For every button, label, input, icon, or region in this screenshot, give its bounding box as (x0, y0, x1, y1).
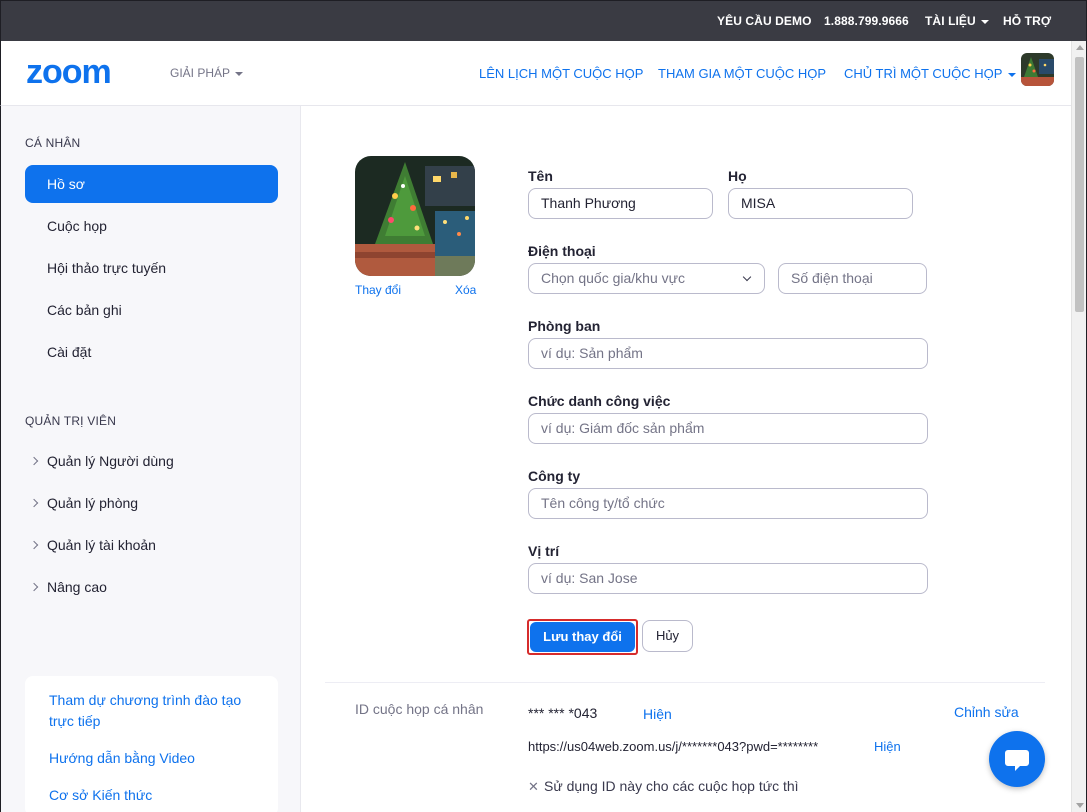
country-select-placeholder: Chọn quốc gia/khu vực (541, 270, 686, 286)
show-url-link[interactable]: Hiện (874, 739, 901, 754)
avatar-image (1021, 53, 1054, 86)
sidebar: CÁ NHÂN Hồ sơ Cuộc họp Hội thảo trực tuy… (0, 106, 301, 812)
caret-down-icon (235, 71, 244, 76)
knowledge-base-link[interactable]: Cơ sở Kiến thức (49, 785, 259, 806)
close-icon: ✕ (528, 779, 539, 794)
edit-meeting-id-link[interactable]: Chỉnh sửa (954, 704, 1019, 720)
phone-label: Điện thoại (528, 243, 596, 259)
last-name-field[interactable]: MISA (728, 188, 913, 219)
documents-menu[interactable]: TÀI LIỆU (925, 14, 989, 28)
caret-down-icon (1008, 72, 1017, 77)
solutions-menu[interactable]: GIẢI PHÁP (170, 66, 244, 80)
phone-number-field[interactable]: Số điện thoại (778, 263, 927, 294)
personal-meeting-id-value: *** *** *043 (528, 705, 598, 721)
profile-picture[interactable] (355, 156, 475, 276)
main-header: zoom GIẢI PHÁP LÊN LỊCH MỘT CUỘC HỌP THA… (0, 41, 1071, 106)
show-meeting-id-link[interactable]: Hiện (643, 706, 672, 722)
sidebar-item-meetings[interactable]: Cuộc họp (25, 207, 278, 245)
job-title-label: Chức danh công việc (528, 393, 671, 409)
job-title-field[interactable]: ví dụ: Giám đốc sản phẩm (528, 413, 928, 444)
solutions-label: GIẢI PHÁP (170, 66, 231, 80)
profile-main: Thay đổi Xóa Tên Thanh Phương Họ MISA Đi… (302, 106, 1071, 812)
user-avatar[interactable] (1021, 53, 1054, 86)
top-bar: YÊU CẦU DEMO 1.888.799.9666 TÀI LIỆU HỖ … (0, 0, 1087, 41)
scrollbar-thumb[interactable] (1075, 57, 1084, 312)
chevron-down-icon (742, 272, 752, 282)
chat-bubble-icon (1005, 750, 1029, 771)
request-demo-link[interactable]: YÊU CẦU DEMO (717, 14, 812, 28)
phone-number-link[interactable]: 1.888.799.9666 (824, 14, 909, 28)
section-divider (325, 682, 1045, 683)
live-training-link[interactable]: Tham dự chương trình đào tạo trực tiếp (49, 690, 259, 732)
instant-meeting-option[interactable]: Sử dụng ID này cho các cuộc họp tức thì (544, 778, 799, 794)
video-tutorials-link[interactable]: Hướng dẫn bằng Video (49, 748, 259, 769)
schedule-meeting-link[interactable]: LÊN LỊCH MỘT CUỘC HỌP (479, 66, 643, 81)
help-card: Tham dự chương trình đào tạo trực tiếp H… (25, 676, 278, 812)
scroll-up-icon[interactable] (1076, 45, 1084, 50)
sidebar-item-account-management[interactable]: Quản lý tài khoản (25, 526, 278, 564)
page-scrollbar[interactable] (1071, 41, 1087, 812)
sidebar-item-settings[interactable]: Cài đặt (25, 333, 278, 371)
cancel-button[interactable]: Hủy (642, 620, 693, 652)
host-meeting-label: CHỦ TRÌ MỘT CUỘC HỌP (844, 66, 1003, 81)
first-name-label: Tên (528, 168, 553, 184)
sidebar-item-recordings[interactable]: Các bản ghi (25, 291, 278, 329)
meeting-url: https://us04web.zoom.us/j/*******043?pwd… (528, 739, 819, 754)
host-meeting-menu[interactable]: CHỦ TRÌ MỘT CUỘC HỌP (844, 66, 1017, 81)
personal-meeting-id-label: ID cuộc họp cá nhân (355, 701, 484, 717)
zoom-logo[interactable]: zoom (26, 57, 138, 87)
country-select[interactable]: Chọn quốc gia/khu vực (528, 263, 765, 294)
sidebar-item-room-management[interactable]: Quản lý phòng (25, 484, 278, 522)
chat-button[interactable] (989, 731, 1045, 787)
change-photo-link[interactable]: Thay đổi (355, 283, 401, 297)
personal-section-title: CÁ NHÂN (25, 136, 81, 150)
documents-label: TÀI LIỆU (925, 14, 976, 28)
location-label: Vị trí (528, 543, 560, 559)
save-changes-button[interactable]: Lưu thay đổi (530, 622, 635, 652)
department-field[interactable]: ví dụ: Sản phẩm (528, 338, 928, 369)
last-name-label: Họ (728, 168, 747, 184)
company-label: Công ty (528, 468, 581, 484)
location-field[interactable]: ví dụ: San Jose (528, 563, 928, 594)
join-meeting-link[interactable]: THAM GIA MỘT CUỘC HỌP (658, 66, 826, 81)
support-link[interactable]: HỖ TRỢ (1003, 14, 1051, 28)
profile-picture-image (355, 156, 475, 276)
sidebar-item-webinars[interactable]: Hội thảo trực tuyến (25, 249, 278, 287)
company-field[interactable]: Tên công ty/tổ chức (528, 488, 928, 519)
first-name-field[interactable]: Thanh Phương (528, 188, 713, 219)
caret-down-icon (980, 19, 989, 24)
sidebar-item-advanced[interactable]: Nâng cao (25, 568, 278, 606)
sidebar-item-user-management[interactable]: Quản lý Người dùng (25, 442, 278, 480)
delete-photo-link[interactable]: Xóa (455, 283, 476, 297)
admin-section-title: QUẢN TRỊ VIÊN (25, 414, 117, 428)
department-label: Phòng ban (528, 318, 601, 334)
sidebar-item-profile[interactable]: Hồ sơ (25, 165, 278, 203)
scroll-down-icon[interactable] (1076, 803, 1084, 808)
zoom-logo-text: zoom (26, 57, 111, 87)
